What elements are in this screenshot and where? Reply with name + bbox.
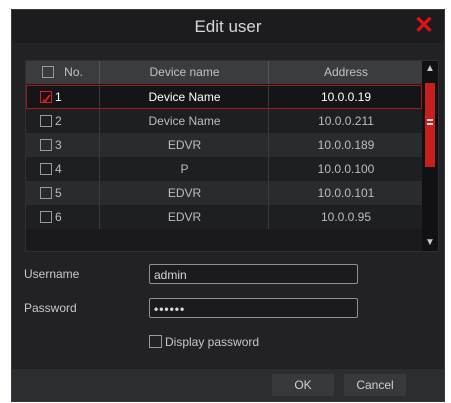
table-row[interactable]: 2 Device Name 10.0.0.211 xyxy=(26,109,422,133)
row-address: 10.0.0.189 xyxy=(268,133,423,157)
row-no-cell: 2 xyxy=(40,109,99,133)
header-no-label: No. xyxy=(64,65,83,79)
row-number: 1 xyxy=(55,90,62,104)
row-number: 2 xyxy=(55,114,62,128)
table-row[interactable]: 6 EDVR 10.0.0.95 xyxy=(26,205,422,229)
select-all-checkbox[interactable] xyxy=(42,65,55,78)
device-table: No. Device name Address 1Device Name10.0… xyxy=(25,60,439,252)
row-device-name: Device Name xyxy=(99,109,269,133)
row-device-name: EDVR xyxy=(99,205,269,229)
row-checkbox[interactable] xyxy=(40,114,52,127)
row-device-name: P xyxy=(99,157,269,181)
row-checkbox[interactable] xyxy=(40,210,52,223)
row-number: 5 xyxy=(55,186,62,200)
edit-user-dialog: Edit user ✕ No. Device name Address 1 Dev… xyxy=(11,9,445,402)
scrollbar-thumb[interactable] xyxy=(425,83,435,167)
table-header: No. Device name Address xyxy=(26,61,422,84)
username-label: Username xyxy=(24,267,80,281)
dialog-title: Edit user xyxy=(194,17,262,36)
row-no-cell: 5 xyxy=(40,181,99,205)
row-number: 4 xyxy=(55,162,62,176)
ok-button[interactable]: OK xyxy=(272,374,334,396)
display-password-label: Display password xyxy=(165,335,260,349)
table-row[interactable]: 4 P 10.0.0.100 xyxy=(26,157,422,181)
close-icon[interactable]: ✕ xyxy=(414,13,434,39)
row-no-cell: 6 xyxy=(40,205,99,229)
chevron-down-icon[interactable]: ▼ xyxy=(422,235,438,251)
row-checkbox[interactable] xyxy=(40,162,52,175)
row-device-name: Device Name xyxy=(99,85,269,109)
password-input[interactable]: •••••• xyxy=(149,298,358,318)
row-address: 10.0.0.19 xyxy=(268,85,423,109)
display-password-option[interactable]: Display password xyxy=(149,335,259,349)
cancel-button[interactable]: Cancel xyxy=(344,374,406,396)
row-address: 10.0.0.100 xyxy=(268,157,423,181)
row-checkbox[interactable] xyxy=(40,87,53,111)
row-no-cell: 1 xyxy=(40,85,99,111)
row-no-cell: 4 xyxy=(40,157,99,181)
title-bar: Edit user ✕ xyxy=(12,10,444,43)
username-input[interactable]: admin xyxy=(149,264,358,284)
table-row[interactable]: 5 EDVR 10.0.0.101 xyxy=(26,181,422,205)
vertical-scrollbar[interactable]: ▲ ▼ xyxy=(422,61,438,251)
row-address: 10.0.0.211 xyxy=(268,109,423,133)
display-password-checkbox[interactable] xyxy=(149,335,162,349)
table-row[interactable]: 1 Device Name10.0.0.19 xyxy=(26,85,423,111)
password-label: Password xyxy=(24,301,77,315)
header-no: No. xyxy=(26,61,99,84)
chevron-up-icon[interactable]: ▲ xyxy=(422,61,438,77)
row-no-cell: 3 xyxy=(40,133,99,157)
header-address[interactable]: Address xyxy=(268,61,423,84)
row-address: 10.0.0.95 xyxy=(268,205,423,229)
row-number: 6 xyxy=(55,210,62,224)
row-number: 3 xyxy=(55,138,62,152)
row-address: 10.0.0.101 xyxy=(268,181,423,205)
dialog-footer: OK Cancel xyxy=(12,369,444,401)
row-checkbox[interactable] xyxy=(40,138,52,151)
grip-line xyxy=(427,123,433,125)
header-device-name[interactable]: Device name xyxy=(99,61,269,84)
row-checkbox[interactable] xyxy=(40,186,52,199)
row-device-name: EDVR xyxy=(99,181,269,205)
table-row[interactable]: 3 EDVR 10.0.0.189 xyxy=(26,133,422,157)
row-device-name: EDVR xyxy=(99,133,269,157)
grip-line xyxy=(427,119,433,121)
